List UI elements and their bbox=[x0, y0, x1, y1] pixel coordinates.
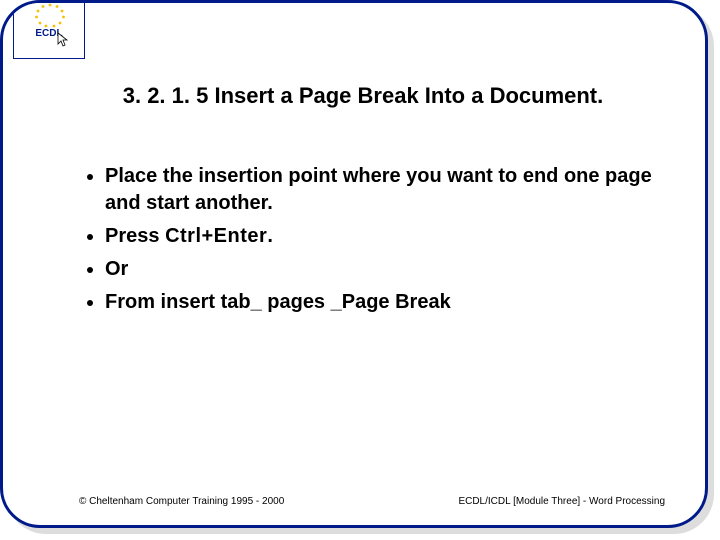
bullet-text: Press bbox=[105, 225, 165, 247]
bullet-item: Place the insertion point where you want… bbox=[105, 163, 665, 217]
bullet-text: Place the insertion point where you want… bbox=[105, 165, 652, 214]
bullet-text: From insert tab_ pages _Page Break bbox=[105, 291, 451, 313]
footer-copyright: © Cheltenham Computer Training 1995 - 20… bbox=[79, 496, 284, 507]
footer-module: ECDL/ICDL [Module Three] - Word Processi… bbox=[458, 496, 665, 507]
bullet-item: Or bbox=[105, 256, 665, 283]
slide-frame: ECDL 3. 2. 1. 5 Insert a Page Break Into… bbox=[0, 0, 708, 528]
bullet-suffix: . bbox=[267, 225, 273, 247]
keyboard-shortcut: Ctrl+Enter bbox=[165, 225, 267, 247]
bullet-list: Place the insertion point where you want… bbox=[81, 163, 665, 322]
bullet-item: Press Ctrl+Enter. bbox=[105, 223, 665, 250]
bullet-text: Or bbox=[105, 258, 128, 280]
slide-title: 3. 2. 1. 5 Insert a Page Break Into a Do… bbox=[63, 83, 663, 109]
eu-stars-icon bbox=[16, 2, 84, 28]
bullet-item: From insert tab_ pages _Page Break bbox=[105, 289, 665, 316]
ecdl-logo: ECDL bbox=[13, 0, 85, 59]
cursor-icon bbox=[57, 32, 69, 48]
ecdl-logo-text: ECDL bbox=[16, 29, 82, 39]
